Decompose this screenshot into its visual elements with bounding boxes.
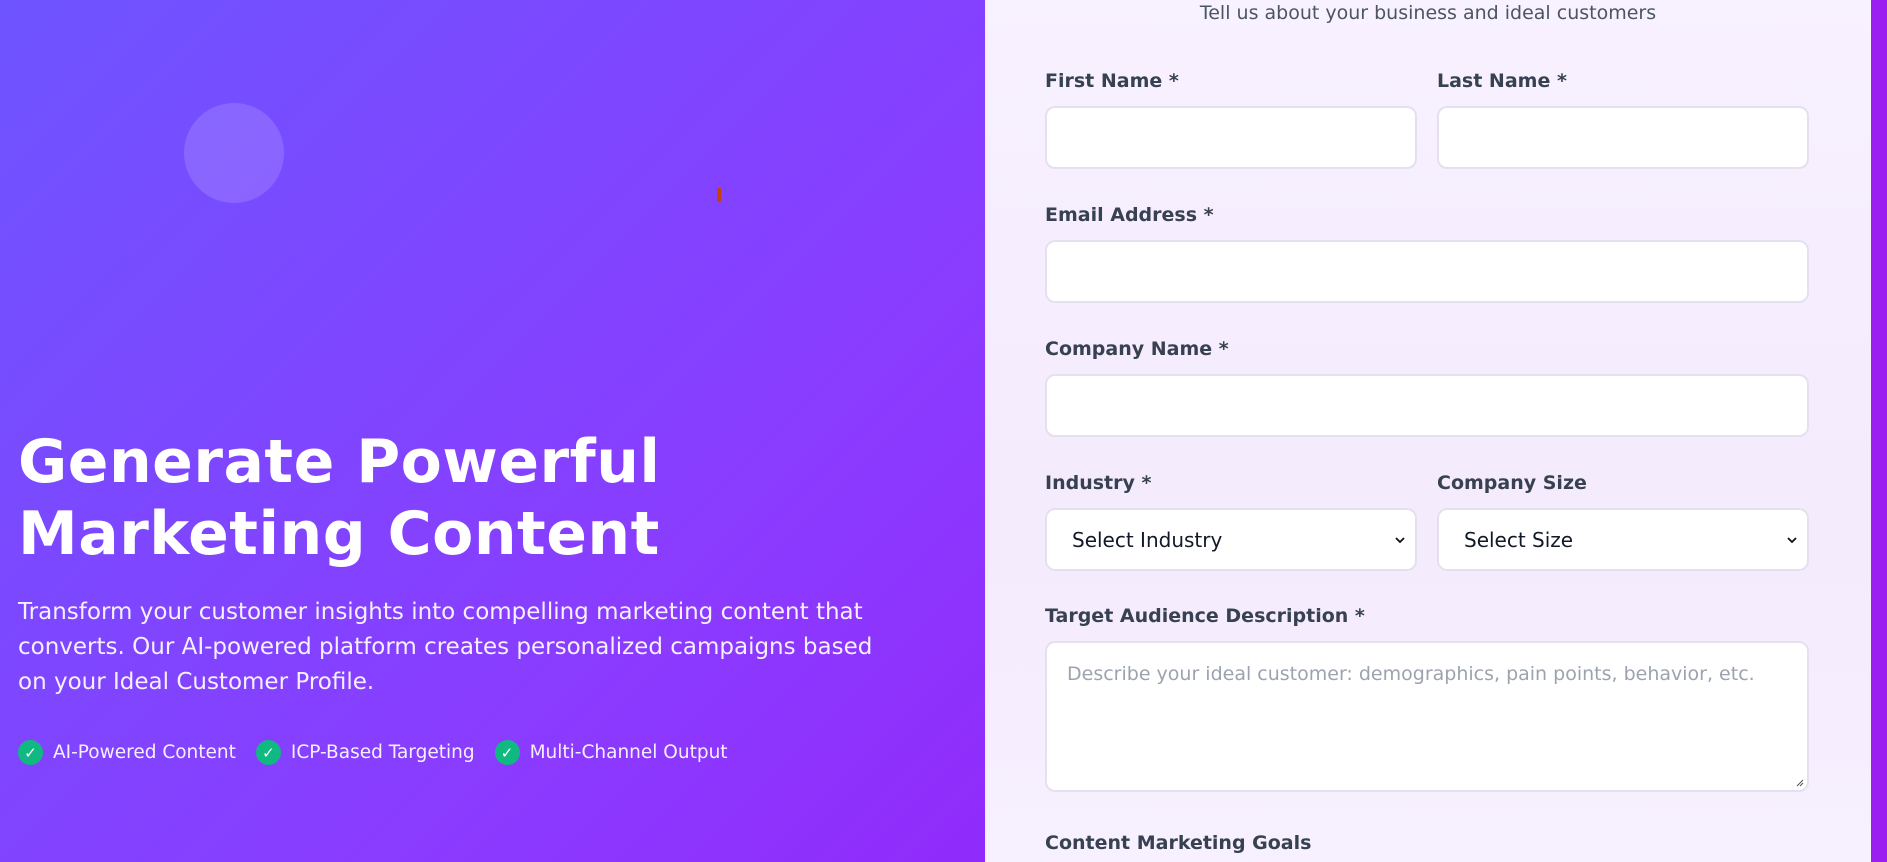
feature-label: Multi-Channel Output — [529, 742, 728, 763]
industry-select-value: Select Industry — [1072, 527, 1223, 552]
target-audience-label: Target Audience Description * — [1045, 605, 1365, 627]
hero-section: Generate Powerful Marketing Content Tran… — [0, 0, 985, 862]
check-icon: ✓ — [18, 740, 43, 765]
company-name-label: Company Name * — [1045, 338, 1229, 360]
first-name-label: First Name * — [1045, 70, 1179, 92]
form-panel: Tell us about your business and ideal cu… — [985, 0, 1871, 862]
last-name-label: Last Name * — [1437, 70, 1567, 92]
company-size-label: Company Size — [1437, 472, 1587, 494]
content-goals-label: Content Marketing Goals — [1045, 832, 1312, 854]
target-audience-textarea[interactable]: Describe your ideal customer: demographi… — [1045, 641, 1809, 792]
first-name-field[interactable] — [1045, 106, 1417, 169]
feature-label: ICP-Based Targeting — [290, 742, 475, 763]
page-edge-background — [1871, 0, 1887, 862]
page: Generate Powerful Marketing Content Tran… — [0, 0, 1887, 862]
feature-item: ✓ ICP-Based Targeting — [255, 740, 475, 765]
feature-item: ✓ Multi-Channel Output — [494, 740, 728, 765]
target-audience-placeholder: Describe your ideal customer: demographi… — [1067, 663, 1755, 685]
industry-label: Industry * — [1045, 472, 1152, 494]
resize-grip-icon[interactable] — [1794, 777, 1804, 787]
email-label: Email Address * — [1045, 204, 1214, 226]
chevron-down-icon — [1395, 536, 1405, 543]
email-field[interactable] — [1045, 240, 1809, 303]
feature-item: ✓ AI-Powered Content — [18, 740, 236, 765]
last-name-field[interactable] — [1437, 106, 1809, 169]
hero-title: Generate Powerful Marketing Content — [18, 427, 661, 569]
decorative-mark — [717, 188, 721, 202]
check-icon: ✓ — [255, 740, 281, 765]
company-name-field[interactable] — [1045, 374, 1809, 437]
hero-description: Transform your customer insights into co… — [18, 599, 873, 695]
industry-select[interactable]: Select Industry — [1045, 508, 1417, 571]
feature-list: ✓ AI-Powered Content ✓ ICP-Based Targeti… — [18, 740, 728, 765]
feature-label: AI-Powered Content — [53, 742, 236, 763]
form-subtitle: Tell us about your business and ideal cu… — [1199, 2, 1657, 24]
decorative-circle — [184, 103, 284, 203]
company-size-select[interactable]: Select Size — [1437, 508, 1809, 571]
company-size-select-value: Select Size — [1464, 527, 1574, 552]
check-icon: ✓ — [494, 740, 520, 765]
chevron-down-icon — [1787, 536, 1797, 543]
